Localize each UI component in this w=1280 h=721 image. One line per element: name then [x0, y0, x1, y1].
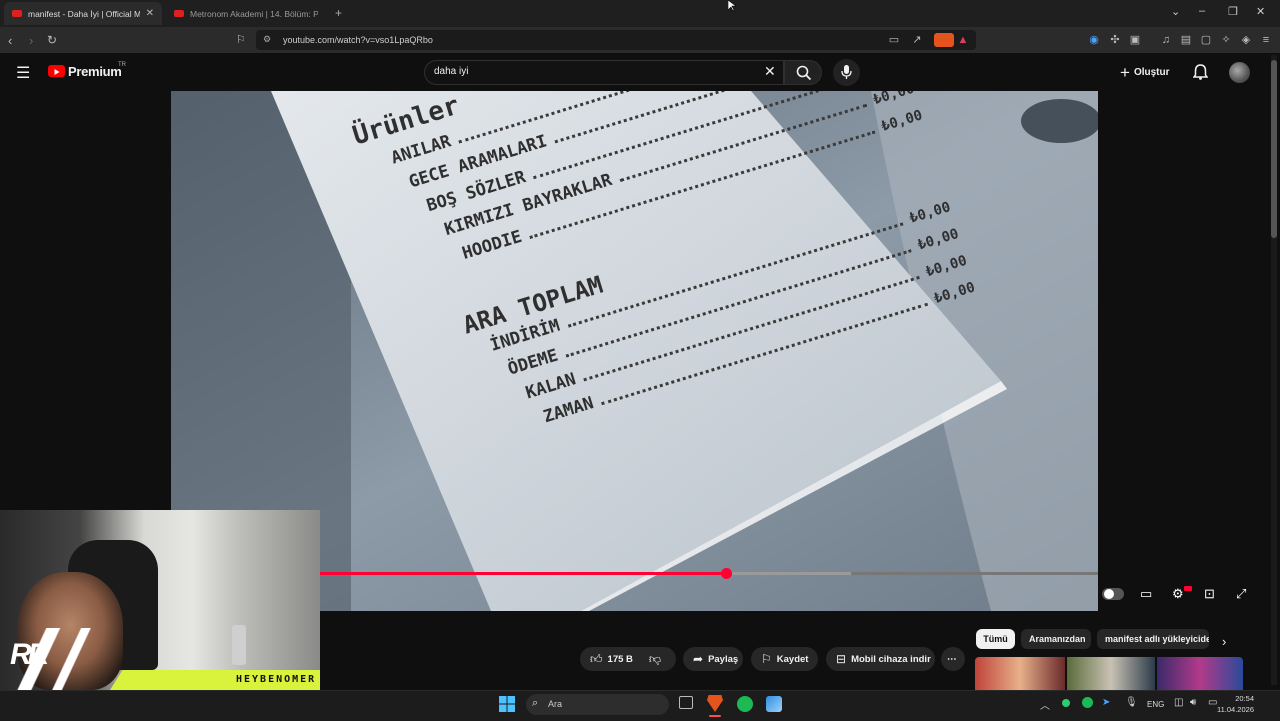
download-label: Mobil cihaza indir [851, 653, 931, 665]
windows-start-icon[interactable] [499, 696, 515, 712]
close-tab-icon[interactable]: ✕ [146, 8, 154, 19]
voice-search-button[interactable] [833, 59, 860, 86]
download-button[interactable]: ⊟ Mobil cihaza indir [826, 647, 935, 671]
menu-icon[interactable]: ≡ [1260, 34, 1272, 46]
search-button[interactable] [784, 60, 822, 85]
scrollbar-thumb[interactable] [1271, 60, 1277, 238]
more-actions-button[interactable]: ⋯ [941, 647, 965, 671]
streamer-name: HEYBENOMER [236, 674, 317, 685]
maximize-icon[interactable]: ❐ [1228, 5, 1238, 18]
related-video-thumbnail[interactable] [975, 657, 1065, 690]
chips-next-icon[interactable]: › [1222, 634, 1226, 649]
related-video-thumbnail[interactable] [1067, 657, 1155, 690]
tab-search-icon[interactable]: ⌄ [1171, 5, 1180, 18]
leo-icon[interactable]: ✧ [1220, 34, 1232, 46]
minimize-icon[interactable]: – [1199, 5, 1205, 17]
browser-tab[interactable]: Metronom Akademi | 14. Bölüm: Per [166, 2, 326, 25]
share-icon: ➦ [693, 652, 704, 666]
clear-search-icon[interactable]: ✕ [764, 63, 776, 80]
chip-from-uploader[interactable]: manifest adlı yükleyiciden [1097, 629, 1209, 649]
share-page-icon[interactable]: ↗ [911, 34, 923, 46]
wallet-icon[interactable]: ▢ [1200, 34, 1212, 46]
microphone-icon [841, 65, 852, 79]
plus-icon: + [1120, 62, 1130, 82]
tray-spotify-icon[interactable] [1082, 697, 1093, 708]
browser-tab-active[interactable]: manifest - Daha İyi | Official Mu ✕ [4, 2, 162, 25]
clock-date[interactable]: 11.04.2026 [1210, 705, 1254, 714]
bookmark-icon[interactable]: ⚐ [236, 33, 246, 46]
brave-rewards-icon[interactable]: ▲ [957, 34, 969, 46]
reload-icon[interactable]: ↻ [47, 33, 57, 47]
language-indicator[interactable]: ENG [1147, 700, 1164, 709]
volume-icon[interactable]: 🔊︎ [1190, 697, 1196, 708]
hamburger-menu-icon[interactable]: ☰ [16, 63, 30, 83]
app-taskbar-icon[interactable] [766, 696, 782, 712]
like-count[interactable]: 175 B [608, 654, 633, 665]
notifications-bell-icon[interactable] [1193, 64, 1208, 80]
tab-title: Metronom Akademi | 14. Bölüm: Per [190, 8, 318, 19]
save-label: Kaydet [776, 653, 809, 665]
autoplay-toggle[interactable] [1102, 588, 1124, 600]
avatar[interactable] [1229, 62, 1250, 83]
cast-icon[interactable]: ▭ [888, 34, 900, 46]
chip-all[interactable]: Tümü [976, 629, 1015, 649]
sidebar-icon[interactable]: ▤ [1180, 34, 1192, 46]
share-button[interactable]: ➦ Paylaş [683, 647, 743, 671]
youtube-premium-label[interactable]: Premium [68, 64, 122, 79]
forward-icon[interactable]: › [29, 33, 33, 48]
dislike-icon[interactable]: 👎︎ [649, 652, 661, 667]
theater-mode-icon[interactable]: ⊡ [1204, 586, 1215, 602]
clock-time[interactable]: 20:54 [1226, 694, 1254, 703]
youtube-favicon-icon [12, 10, 22, 17]
spotify-taskbar-icon[interactable] [737, 696, 753, 712]
create-button[interactable]: + Oluştur [1120, 60, 1170, 85]
streamer-logo: RR [10, 638, 49, 671]
taskbar-search-placeholder: Ara [548, 699, 563, 709]
settings-gear-icon[interactable]: ⚙ [1172, 586, 1184, 602]
fullscreen-icon[interactable]: ⤢ [1236, 586, 1246, 602]
brave-shields-icon[interactable] [934, 33, 954, 47]
close-window-icon[interactable]: ✕ [1256, 5, 1265, 18]
site-info-icon[interactable]: ⚙ [263, 34, 271, 45]
search-query: daha iyi [434, 66, 469, 77]
youtube-logo-icon[interactable] [48, 65, 65, 77]
create-label: Oluştur [1133, 67, 1170, 78]
tray-telegram-icon[interactable]: ➤ [1102, 697, 1110, 708]
more-icon: ⋯ [947, 653, 957, 665]
tray-mic-icon[interactable]: 🎙︎ [1125, 697, 1138, 708]
new-tab-button[interactable]: + [335, 6, 342, 20]
tray-status-icon[interactable] [1062, 699, 1070, 707]
tab-title: manifest - Daha İyi | Official Mu [28, 8, 140, 19]
audio-playing-icon[interactable]: ◉ [1088, 34, 1100, 46]
save-icon: ⚐ [761, 652, 772, 666]
save-button[interactable]: ⚐ Kaydet [751, 647, 818, 671]
like-icon[interactable]: 👍︎ [590, 652, 603, 667]
wifi-icon[interactable]: ◫ [1174, 697, 1183, 708]
hd-badge [1184, 586, 1192, 591]
water-bottle [232, 625, 246, 665]
taskbar-search-icon: ⌕ [532, 697, 539, 709]
music-icon[interactable]: ♫ [1160, 34, 1172, 46]
region-label: TR [118, 62, 126, 68]
screenshot-icon[interactable]: ▣ [1129, 34, 1141, 46]
search-icon [796, 65, 812, 81]
task-view-icon[interactable] [679, 696, 693, 709]
like-dislike-group: 👍︎ 175 B 👎︎ [580, 647, 676, 671]
tray-overflow-icon[interactable]: ︿ [1040, 697, 1050, 712]
back-icon[interactable]: ‹ [8, 33, 12, 48]
webcam-overlay: RR HEYBENOMER [0, 510, 320, 690]
download-icon: ⊟ [836, 652, 847, 666]
subtitles-icon[interactable]: ▭ [1140, 586, 1152, 602]
search-input[interactable] [424, 60, 784, 85]
vpn-icon[interactable]: ◈ [1240, 34, 1252, 46]
mouse-cursor-icon [728, 0, 736, 12]
extensions-icon[interactable]: ✣ [1109, 34, 1121, 46]
active-app-indicator [709, 715, 721, 717]
chip-from-search[interactable]: Aramanızdan [1021, 629, 1091, 649]
share-label: Paylaş [708, 653, 739, 665]
related-video-thumbnail[interactable] [1157, 657, 1243, 690]
url-text: youtube.com/watch?v=vso1LpaQRbo [283, 35, 433, 45]
progress-played [320, 572, 727, 575]
youtube-favicon-icon [174, 10, 184, 17]
